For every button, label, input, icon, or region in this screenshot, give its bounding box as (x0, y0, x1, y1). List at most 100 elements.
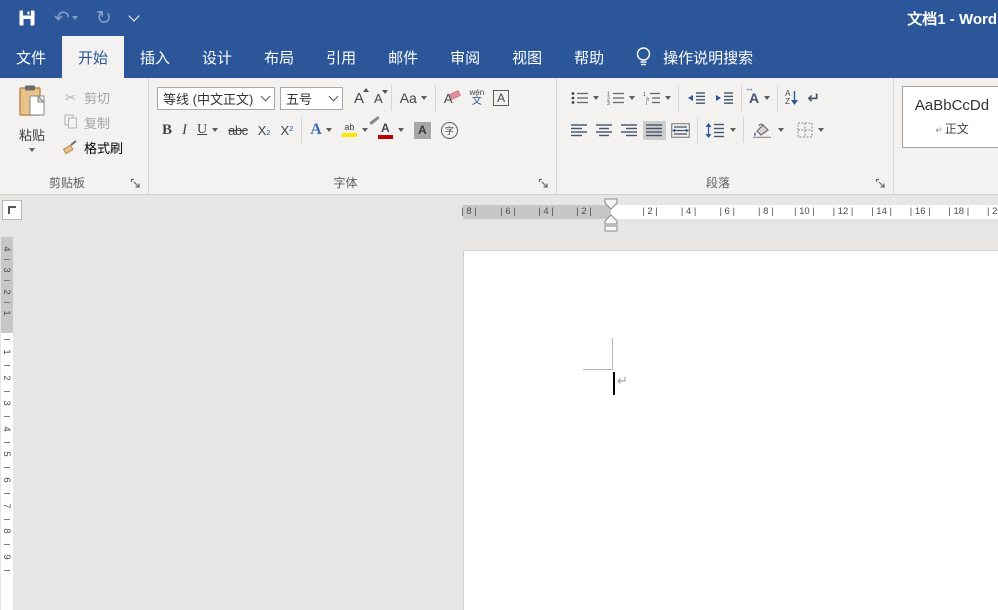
line-spacing-dropdown-icon[interactable] (730, 128, 736, 132)
document-page[interactable] (463, 250, 998, 610)
font-color-dropdown-icon[interactable] (398, 128, 404, 132)
ruler-tick (4, 493, 10, 494)
tell-me-search[interactable]: 操作说明搜索 (620, 36, 753, 78)
click-type-pointer-horizontal (583, 369, 613, 370)
enclose-characters-button[interactable]: 字 (437, 120, 462, 141)
sort-icon: AZ (785, 90, 799, 106)
paragraph-dialog-launcher-icon[interactable] (875, 177, 889, 191)
distribute-button[interactable] (668, 120, 693, 141)
multilevel-list-button[interactable]: 1 a i (640, 88, 674, 108)
numbering-dropdown-icon[interactable] (629, 96, 635, 100)
multilevel-dropdown-icon[interactable] (665, 96, 671, 100)
italic-button[interactable]: I (178, 120, 191, 141)
format-painter-icon (62, 139, 79, 157)
click-type-pointer-vertical (612, 338, 613, 369)
ruler-tick (4, 544, 10, 545)
align-right-button[interactable] (618, 121, 641, 140)
align-center-button[interactable] (593, 121, 616, 140)
underline-dropdown-icon[interactable] (212, 128, 218, 132)
clipboard-icon (17, 84, 47, 123)
clipboard-dialog-launcher-icon[interactable] (130, 177, 144, 191)
ruler-tick (4, 280, 10, 281)
borders-icon (797, 122, 813, 138)
ruler-number: 9 (1, 551, 13, 563)
save-icon[interactable] (18, 9, 36, 27)
ribbon-tab[interactable]: 文件 (0, 36, 62, 78)
character-border-button[interactable]: A (489, 88, 513, 108)
hanging-indent-marker[interactable] (604, 214, 618, 237)
ribbon-tab[interactable]: 邮件 (372, 36, 434, 78)
asian-layout-button[interactable]: ↔ A (746, 87, 773, 109)
shading-button[interactable] (748, 119, 787, 141)
paste-button[interactable]: 粘贴 (6, 84, 58, 172)
ribbon-tab[interactable]: 设计 (186, 36, 248, 78)
text-effects-button[interactable]: A (306, 119, 336, 141)
cut-button: ✂ 剪切 (62, 88, 123, 107)
borders-button[interactable] (794, 119, 827, 141)
font-name-dropdown-icon[interactable] (261, 92, 271, 102)
align-left-button[interactable] (568, 121, 591, 140)
ribbon-tab[interactable]: 帮助 (558, 36, 620, 78)
styles-group: AaBbCcDd ↵正文 (894, 78, 998, 194)
superscript-button[interactable]: X2 (276, 121, 297, 140)
subscript-button[interactable]: X2 (254, 121, 275, 140)
return-mark-icon: ↵ (935, 125, 943, 135)
ribbon-tab[interactable]: 布局 (248, 36, 310, 78)
ruler-tick (4, 570, 10, 571)
customize-qat-icon[interactable] (130, 16, 138, 20)
ruler-number: | 20 | (987, 205, 998, 219)
show-marks-button[interactable]: ↵ (804, 86, 823, 110)
asian-layout-dropdown-icon[interactable] (764, 96, 770, 100)
highlight-button[interactable]: ab (338, 121, 372, 139)
ribbon-tab[interactable]: 引用 (310, 36, 372, 78)
highlight-dropdown-icon[interactable] (362, 128, 368, 132)
bullets-button[interactable] (568, 88, 602, 108)
svg-text:3: 3 (607, 101, 610, 105)
tab-selector-button[interactable] (2, 200, 22, 220)
ruler-number: | 6 | (500, 205, 516, 219)
sort-button[interactable]: AZ (782, 87, 802, 109)
paste-dropdown-icon[interactable] (29, 148, 35, 152)
underline-button[interactable]: U (193, 120, 222, 140)
clipboard-group-label: 剪贴板 (0, 174, 134, 191)
first-line-indent-marker[interactable] (604, 197, 618, 215)
style-normal-card[interactable]: AaBbCcDd ↵正文 (902, 86, 998, 148)
borders-dropdown-icon[interactable] (818, 128, 824, 132)
multilevel-list-icon: 1 a i (643, 91, 661, 105)
svg-text:i: i (646, 101, 647, 105)
text-effects-dropdown-icon[interactable] (326, 128, 332, 132)
ribbon-tab[interactable]: 审阅 (434, 36, 496, 78)
line-spacing-button[interactable] (702, 120, 739, 141)
decrease-indent-button[interactable] (683, 88, 709, 108)
phonetic-guide-button[interactable]: wén 文 (466, 89, 487, 107)
clear-formatting-button[interactable]: A (440, 89, 465, 108)
grow-font-button[interactable]: A (350, 88, 368, 109)
bold-button[interactable]: B (158, 120, 176, 141)
font-size-dropdown-icon[interactable] (329, 92, 339, 102)
ruler-number: | 2 | (576, 205, 592, 219)
justify-button[interactable] (643, 121, 666, 140)
font-color-button[interactable]: A (374, 120, 408, 141)
ruler-tick (4, 442, 10, 443)
font-name-combobox[interactable]: 等线 (中文正文) (157, 87, 275, 110)
format-painter-button[interactable]: 格式刷 (62, 138, 123, 157)
ribbon-tab[interactable]: 插入 (124, 36, 186, 78)
ribbon-tab[interactable]: 开始 (62, 36, 124, 78)
strikethrough-button[interactable]: abc (224, 121, 251, 140)
paragraph-group: 123 1 a i (557, 78, 894, 194)
copy-icon (62, 114, 79, 132)
font-size-combobox[interactable]: 五号 (280, 87, 343, 110)
increase-indent-button[interactable] (711, 88, 737, 108)
numbering-button[interactable]: 123 (604, 88, 638, 108)
ribbon-tab[interactable]: 视图 (496, 36, 558, 78)
shading-dropdown-icon[interactable] (778, 128, 784, 132)
ruler-number: 2 (1, 372, 13, 384)
style-sample-text: AaBbCcDd (915, 97, 989, 114)
font-name-value: 等线 (中文正文) (163, 89, 253, 108)
bullets-dropdown-icon[interactable] (593, 96, 599, 100)
shrink-font-button[interactable]: A (370, 89, 387, 108)
font-dialog-launcher-icon[interactable] (538, 177, 552, 191)
ruler-tick (4, 519, 10, 520)
character-shading-button[interactable]: A (410, 120, 435, 141)
change-case-button[interactable]: Aa (396, 88, 431, 108)
